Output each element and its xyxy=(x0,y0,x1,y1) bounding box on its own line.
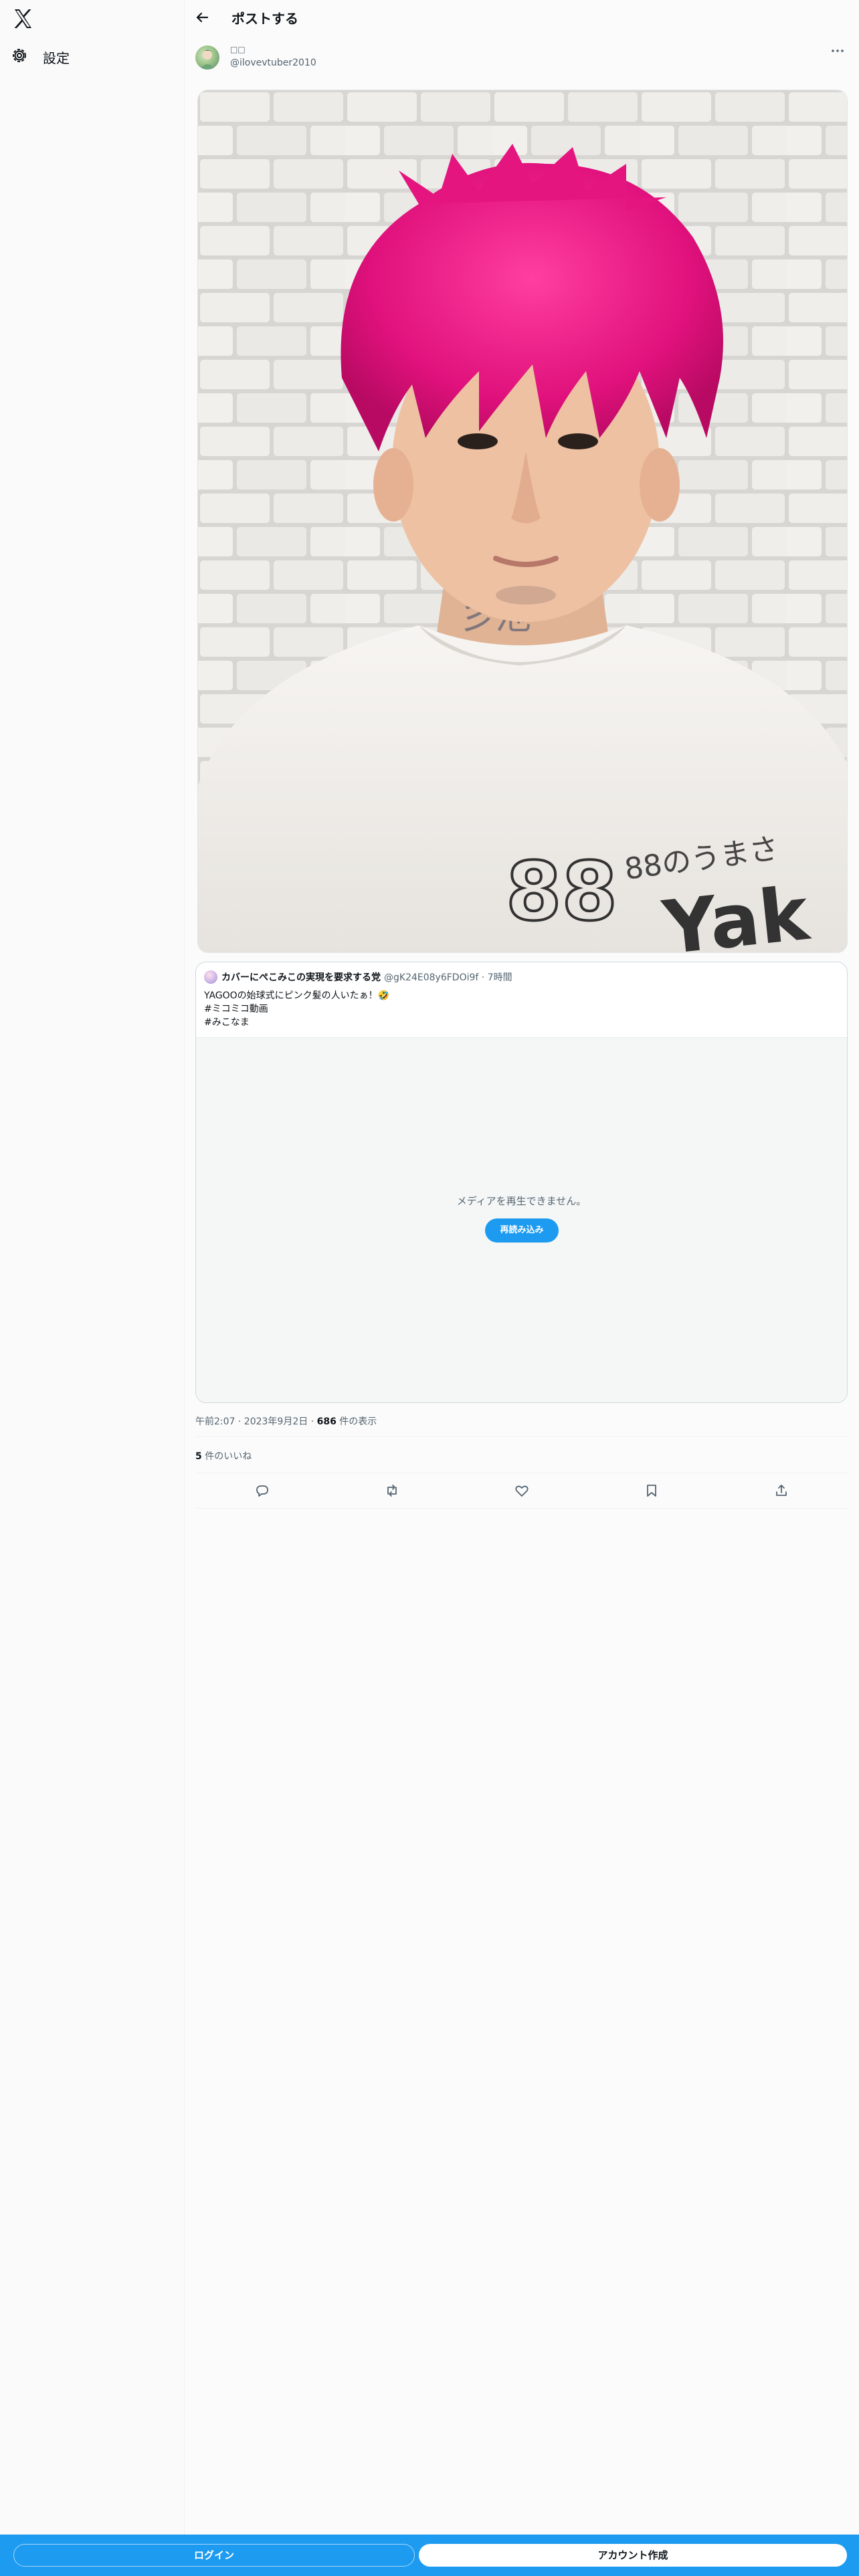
reload-button[interactable]: 再読み込み xyxy=(485,1218,559,1243)
hashtag-link[interactable]: #ミコミコ動画 xyxy=(204,1002,389,1016)
likes-count: 5 xyxy=(195,1451,202,1462)
svg-text:Yak: Yak xyxy=(658,871,814,953)
quoted-author-name[interactable]: カバーにぺこみこの実現を要求する党 xyxy=(221,970,381,984)
action-bar xyxy=(185,1475,859,1507)
author-display-name[interactable]: □□ xyxy=(230,45,246,54)
views-count: 686 xyxy=(316,1416,337,1427)
divider xyxy=(195,1436,848,1437)
x-logo-icon[interactable] xyxy=(9,5,36,32)
like-icon[interactable] xyxy=(514,1483,530,1499)
quoted-post[interactable]: カバーにぺこみこの実現を要求する党 @gK24E08y6FDOi9f · 7時間… xyxy=(195,962,848,1403)
quoted-post-header: カバーにぺこみこの実現を要求する党 @gK24E08y6FDOi9f · 7時間 xyxy=(204,970,512,984)
divider xyxy=(195,1508,848,1509)
sidebar: 設定 xyxy=(0,0,185,2576)
main-column: ポストする □□ @ilovevtuber2010 88 88のうまさ Yak … xyxy=(185,0,859,2535)
bookmark-icon[interactable] xyxy=(644,1483,660,1499)
more-options-icon[interactable] xyxy=(828,41,847,60)
hashtag-link[interactable]: #みこなま xyxy=(204,1016,389,1029)
quoted-avatar xyxy=(204,970,217,984)
gear-icon xyxy=(11,47,28,67)
page-title: ポストする xyxy=(231,11,298,27)
quoted-media-placeholder: メディアを再生できません。 再読み込み xyxy=(196,1037,847,1402)
post-meta: 午前2:07 · 2023年9月2日 · 686 件の表示 xyxy=(195,1416,377,1427)
quoted-author-handle[interactable]: @gK24E08y6FDOi9f · 7時間 xyxy=(384,970,512,984)
share-icon[interactable] xyxy=(773,1483,789,1499)
reply-icon[interactable] xyxy=(254,1483,270,1499)
signup-button[interactable]: アカウント作成 xyxy=(419,2544,847,2567)
header: ポストする xyxy=(185,0,859,35)
svg-text:88: 88 xyxy=(506,846,617,939)
back-arrow-icon[interactable] xyxy=(193,8,211,27)
settings-label: 設定 xyxy=(43,49,70,66)
views-label: 件の表示 xyxy=(339,1416,377,1427)
login-button[interactable]: ログイン xyxy=(13,2544,415,2567)
avatar[interactable] xyxy=(195,45,219,70)
media-error-message: メディアを再生できません。 xyxy=(456,1195,587,1207)
quoted-post-line: YAGOOの始球式にピンク髪の人いたぁ！🤣 xyxy=(204,990,390,1001)
post-photo[interactable]: 彡池 88 88のうまさ Yak xyxy=(197,90,848,953)
likes-summary[interactable]: 5 件のいいね xyxy=(195,1449,252,1463)
settings-nav-item[interactable]: 設定 xyxy=(11,43,70,71)
author-handle[interactable]: @ilovevtuber2010 xyxy=(230,58,316,68)
bottom-signup-bar: ログイン アカウント作成 xyxy=(0,2535,859,2576)
repost-icon[interactable] xyxy=(384,1483,400,1499)
post-timestamp[interactable]: 午前2:07 · 2023年9月2日 xyxy=(195,1416,308,1427)
quoted-post-text: YAGOOの始球式にピンク髪の人いたぁ！🤣 #ミコミコ動画 #みこなま xyxy=(204,989,389,1029)
likes-label: 件のいいね xyxy=(205,1451,252,1462)
